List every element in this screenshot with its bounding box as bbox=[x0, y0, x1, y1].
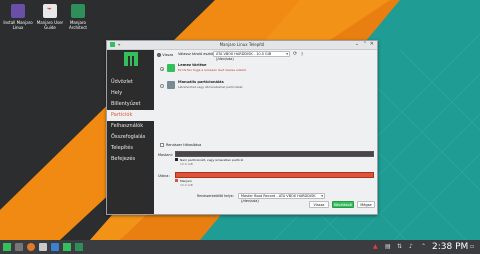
network-icon[interactable]: ⇅ bbox=[397, 242, 402, 252]
window-titlebar[interactable]: ⌖ Manjaro Linux Telepítő ⌄ ⌃ ✕ bbox=[107, 41, 377, 50]
show-desktop-icon[interactable] bbox=[15, 243, 23, 251]
clipboard-icon[interactable]: ▤ bbox=[385, 242, 391, 252]
chevron-down-icon: ▾ bbox=[321, 194, 323, 198]
before-size: 10.0 GiB bbox=[180, 162, 193, 166]
installer-sidebar: Üdvözlet Hely Billentyűzet Partíciók Fel… bbox=[107, 50, 154, 214]
window-title: Manjaro Linux Telepítő bbox=[219, 42, 265, 47]
sidebar-item-install: Telepítés bbox=[111, 145, 133, 151]
desktop-icon-label: Install Manjaro Linux bbox=[3, 20, 33, 30]
desktop-icon-install[interactable]: Install Manjaro Linux bbox=[3, 4, 33, 30]
sidebar-item-users: Felhasználók bbox=[111, 123, 144, 129]
after-legend-swatch bbox=[175, 179, 178, 182]
help-icon[interactable]: ? bbox=[301, 52, 303, 57]
tray-expand-icon[interactable]: ⌃ bbox=[421, 242, 426, 252]
app-menu-icon[interactable] bbox=[3, 243, 11, 251]
installer-window: ⌖ Manjaro Linux Telepítő ⌄ ⌃ ✕ Üdvözlet … bbox=[106, 40, 378, 215]
sidebar-item-keyboard: Billentyűzet bbox=[111, 101, 141, 107]
sidebar-item-summary: Összefoglalás bbox=[111, 134, 146, 140]
after-partition-bar bbox=[175, 172, 374, 178]
next-button[interactable]: Következő bbox=[332, 201, 354, 208]
minimize-icon[interactable]: ⌄ bbox=[355, 41, 359, 47]
after-size: 10.0 GiB bbox=[180, 183, 193, 187]
office-icon[interactable] bbox=[51, 243, 59, 251]
sidebar-item-finish: Befejezés bbox=[111, 156, 136, 162]
device-label: Válassz tároló eszközt: bbox=[178, 52, 218, 56]
back-button[interactable]: Vissza bbox=[309, 201, 329, 208]
manual-partition-title: Manuális partícionálás bbox=[178, 80, 224, 84]
sidebar-item-partitions: Partíciók bbox=[107, 110, 154, 121]
desktop-icon-label: Manjaro Architect bbox=[69, 20, 87, 30]
bootloader-select-value: Master Boot Record - ATA VBOX HARDDISK (… bbox=[241, 194, 316, 203]
close-icon[interactable]: ✕ bbox=[370, 41, 374, 47]
taskbar: ▲ ▤ ⇅ ♪ ⌃ 2:38 PM ▫ bbox=[0, 240, 480, 254]
back-link[interactable]: ‹ Vissza bbox=[157, 52, 173, 57]
refresh-icon[interactable]: ⟳ bbox=[293, 51, 297, 57]
install-icon bbox=[11, 4, 25, 18]
manual-partition-icon bbox=[167, 81, 175, 89]
chevron-down-icon: ▾ bbox=[286, 52, 288, 56]
bootloader-label: Rendszerbetöltő helye: bbox=[197, 194, 234, 198]
show-desktop-corner-icon[interactable]: ▫ bbox=[470, 242, 474, 252]
pdf-guide-icon: ⌁ bbox=[43, 4, 57, 18]
erase-disk-icon bbox=[167, 64, 175, 72]
erase-disk-title: Lemez törlése bbox=[178, 63, 207, 67]
architect-icon bbox=[71, 4, 85, 18]
partition-page: ‹ Vissza Válassz tároló eszközt: ATA VBO… bbox=[157, 51, 375, 211]
clock[interactable]: 2:38 PM bbox=[432, 242, 468, 252]
desktop-icon-architect[interactable]: Manjaro Architect bbox=[63, 4, 93, 30]
bootloader-select[interactable]: Master Boot Record - ATA VBOX HARDDISK (… bbox=[238, 193, 325, 203]
volume-icon[interactable]: ♪ bbox=[409, 242, 413, 252]
before-label: Mostani: bbox=[158, 153, 173, 157]
file-manager-icon[interactable] bbox=[39, 243, 47, 251]
installer-task-icon[interactable] bbox=[63, 243, 71, 251]
before-legend-swatch bbox=[175, 158, 178, 161]
device-select[interactable]: ATA VBOX HARDDISK - 10.0 GiB (/dev/sda) … bbox=[213, 51, 290, 61]
after-label: Utána: bbox=[158, 174, 170, 178]
device-select-value: ATA VBOX HARDDISK - 10.0 GiB (/dev/sda) bbox=[216, 52, 272, 61]
encrypt-checkbox[interactable] bbox=[160, 143, 164, 147]
sidebar-item-welcome: Üdvözlet bbox=[111, 79, 133, 85]
update-warning-icon[interactable]: ▲ bbox=[373, 242, 378, 252]
desktop-icon-label: Manjaro User Guide bbox=[36, 20, 64, 30]
terminal-icon[interactable] bbox=[75, 243, 83, 251]
manual-partition-desc: Létrehozhat vagy átméretezhet partícióka… bbox=[178, 85, 244, 89]
back-link-label: Vissza bbox=[162, 53, 174, 57]
encrypt-label: Rendszer titkosítása bbox=[166, 143, 202, 147]
manjaro-sidebar-logo bbox=[124, 52, 138, 66]
manual-partition-radio[interactable] bbox=[160, 84, 164, 88]
before-partition-bar bbox=[175, 151, 374, 157]
maximize-icon[interactable]: ⌃ bbox=[363, 41, 367, 47]
erase-disk-desc: Ez törölni fogja a lemezen lévő összes a… bbox=[178, 68, 247, 72]
back-arrow-icon: ‹ bbox=[157, 53, 161, 57]
cancel-button[interactable]: Mégse bbox=[357, 201, 375, 208]
firefox-icon[interactable] bbox=[27, 243, 35, 251]
sidebar-item-location: Hely bbox=[111, 90, 123, 96]
erase-disk-radio[interactable] bbox=[160, 67, 164, 71]
desktop-icon-user-guide[interactable]: ⌁ Manjaro User Guide bbox=[35, 4, 65, 30]
